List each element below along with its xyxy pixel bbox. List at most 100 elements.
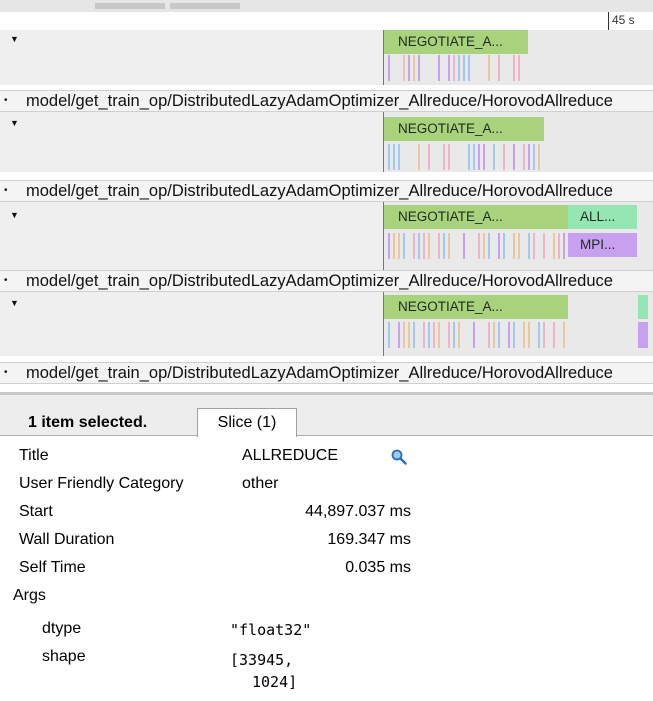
event-tick	[563, 322, 565, 348]
event-tick	[473, 322, 475, 348]
event-ticks	[384, 55, 534, 81]
event-tick	[513, 322, 515, 348]
dtype-key: dtype	[42, 620, 82, 637]
event-tick	[503, 233, 505, 259]
event-tick	[483, 233, 485, 259]
event-tick	[513, 55, 515, 81]
track-3[interactable]: ▼ NEGOTIATE_A... ALL... MPI...	[0, 202, 653, 270]
track-path-label: model/get_train_op/DistributedLazyAdamOp…	[26, 364, 613, 382]
event-tick	[403, 55, 405, 81]
event-tick	[448, 233, 450, 259]
event-ticks	[384, 322, 568, 348]
track-path-row[interactable]: • model/get_train_op/DistributedLazyAdam…	[0, 362, 653, 384]
event-tick	[478, 233, 480, 259]
event-tick	[518, 55, 520, 81]
event-tick	[418, 55, 420, 81]
event-tick	[423, 233, 425, 259]
event-tick	[398, 322, 400, 348]
event-tick	[558, 233, 560, 259]
ruler-label: 45 s	[612, 13, 635, 27]
slice-negotiate[interactable]: NEGOTIATE_A...	[384, 205, 568, 229]
event-tick	[403, 233, 405, 259]
details-panel: 1 item selected. Slice (1) Title ALLREDU…	[0, 392, 653, 701]
event-tick	[483, 144, 485, 170]
event-tick	[493, 322, 495, 348]
track-path-row[interactable]: • model/get_train_op/DistributedLazyAdam…	[0, 180, 653, 202]
event-tick	[543, 322, 545, 348]
bullet-icon: •	[4, 367, 8, 378]
event-tick	[463, 55, 465, 81]
event-tick	[518, 233, 520, 259]
event-tick	[458, 55, 460, 81]
slice-allreduce[interactable]: ALL...	[568, 205, 637, 229]
event-tick	[408, 55, 410, 81]
shape-value-line1: [33945,	[230, 651, 294, 669]
event-tick	[418, 144, 420, 170]
event-tick	[438, 322, 440, 348]
event-tick	[528, 233, 530, 259]
slice-small[interactable]	[638, 322, 648, 348]
track-path-row[interactable]: • model/get_train_op/DistributedLazyAdam…	[0, 90, 653, 112]
track-2[interactable]: ▼ NEGOTIATE_A...	[0, 112, 653, 172]
event-tick	[413, 322, 415, 348]
event-tick	[498, 322, 500, 348]
slice-negotiate[interactable]: NEGOTIATE_A...	[384, 117, 544, 141]
event-tick	[398, 144, 400, 170]
event-tick	[423, 322, 425, 348]
event-tick	[398, 233, 400, 259]
event-tick	[453, 55, 455, 81]
top-scrollbar[interactable]	[0, 0, 653, 12]
wall-duration-key: Wall Duration	[19, 531, 115, 548]
event-tick	[488, 55, 490, 81]
event-tick	[498, 55, 500, 81]
expand-triangle-icon[interactable]: ▼	[10, 210, 19, 220]
event-tick	[443, 233, 445, 259]
title-value: ALLREDUCE	[242, 447, 339, 464]
start-value: 44,897.037 ms	[305, 503, 411, 520]
event-tick	[438, 233, 440, 259]
track-path-label: model/get_train_op/DistributedLazyAdamOp…	[26, 272, 613, 290]
event-tick	[508, 322, 510, 348]
wall-duration-value: 169.347 ms	[327, 531, 411, 548]
event-tick	[473, 144, 475, 170]
slice-negotiate[interactable]: NEGOTIATE_A...	[384, 295, 568, 319]
self-time-value: 0.035 ms	[345, 559, 411, 576]
tab-slice[interactable]: Slice (1)	[197, 408, 297, 437]
event-tick	[388, 144, 390, 170]
event-tick	[448, 55, 450, 81]
event-tick	[388, 233, 390, 259]
args-key: Args	[13, 587, 46, 604]
expand-triangle-icon[interactable]: ▼	[10, 298, 19, 308]
expand-triangle-icon[interactable]: ▼	[10, 118, 19, 128]
event-tick	[498, 233, 500, 259]
slice-small[interactable]	[638, 295, 648, 319]
track-path-row[interactable]: • model/get_train_op/DistributedLazyAdam…	[0, 270, 653, 292]
event-tick	[478, 144, 480, 170]
self-time-key: Self Time	[19, 559, 86, 576]
event-tick	[553, 322, 555, 348]
event-tick	[388, 55, 390, 81]
category-value: other	[242, 475, 279, 492]
timeline-view: 45 s ▼ NEGOTIATE_A... • model/get_train_…	[0, 0, 653, 392]
event-tick	[428, 233, 430, 259]
event-tick	[488, 322, 490, 348]
expand-triangle-icon[interactable]: ▼	[10, 34, 19, 44]
event-tick	[388, 322, 390, 348]
track-4[interactable]: ▼ NEGOTIATE_A...	[0, 292, 653, 356]
slice-mpi[interactable]: MPI...	[568, 233, 637, 257]
category-key: User Friendly Category	[19, 475, 184, 492]
slice-negotiate[interactable]: NEGOTIATE_A...	[384, 30, 528, 54]
event-ticks	[384, 233, 568, 259]
event-tick	[513, 144, 515, 170]
track-1[interactable]: ▼ NEGOTIATE_A...	[0, 30, 653, 85]
bullet-icon: •	[4, 95, 8, 106]
magnifier-icon[interactable]	[390, 448, 408, 466]
start-key: Start	[19, 503, 53, 520]
shape-value-line2: 1024]	[252, 673, 298, 691]
event-tick	[503, 144, 505, 170]
event-tick	[403, 322, 405, 348]
selection-bar: 1 item selected. Slice (1)	[0, 395, 653, 437]
time-ruler: 45 s	[384, 12, 653, 31]
bullet-icon: •	[4, 185, 8, 196]
event-tick	[453, 322, 455, 348]
